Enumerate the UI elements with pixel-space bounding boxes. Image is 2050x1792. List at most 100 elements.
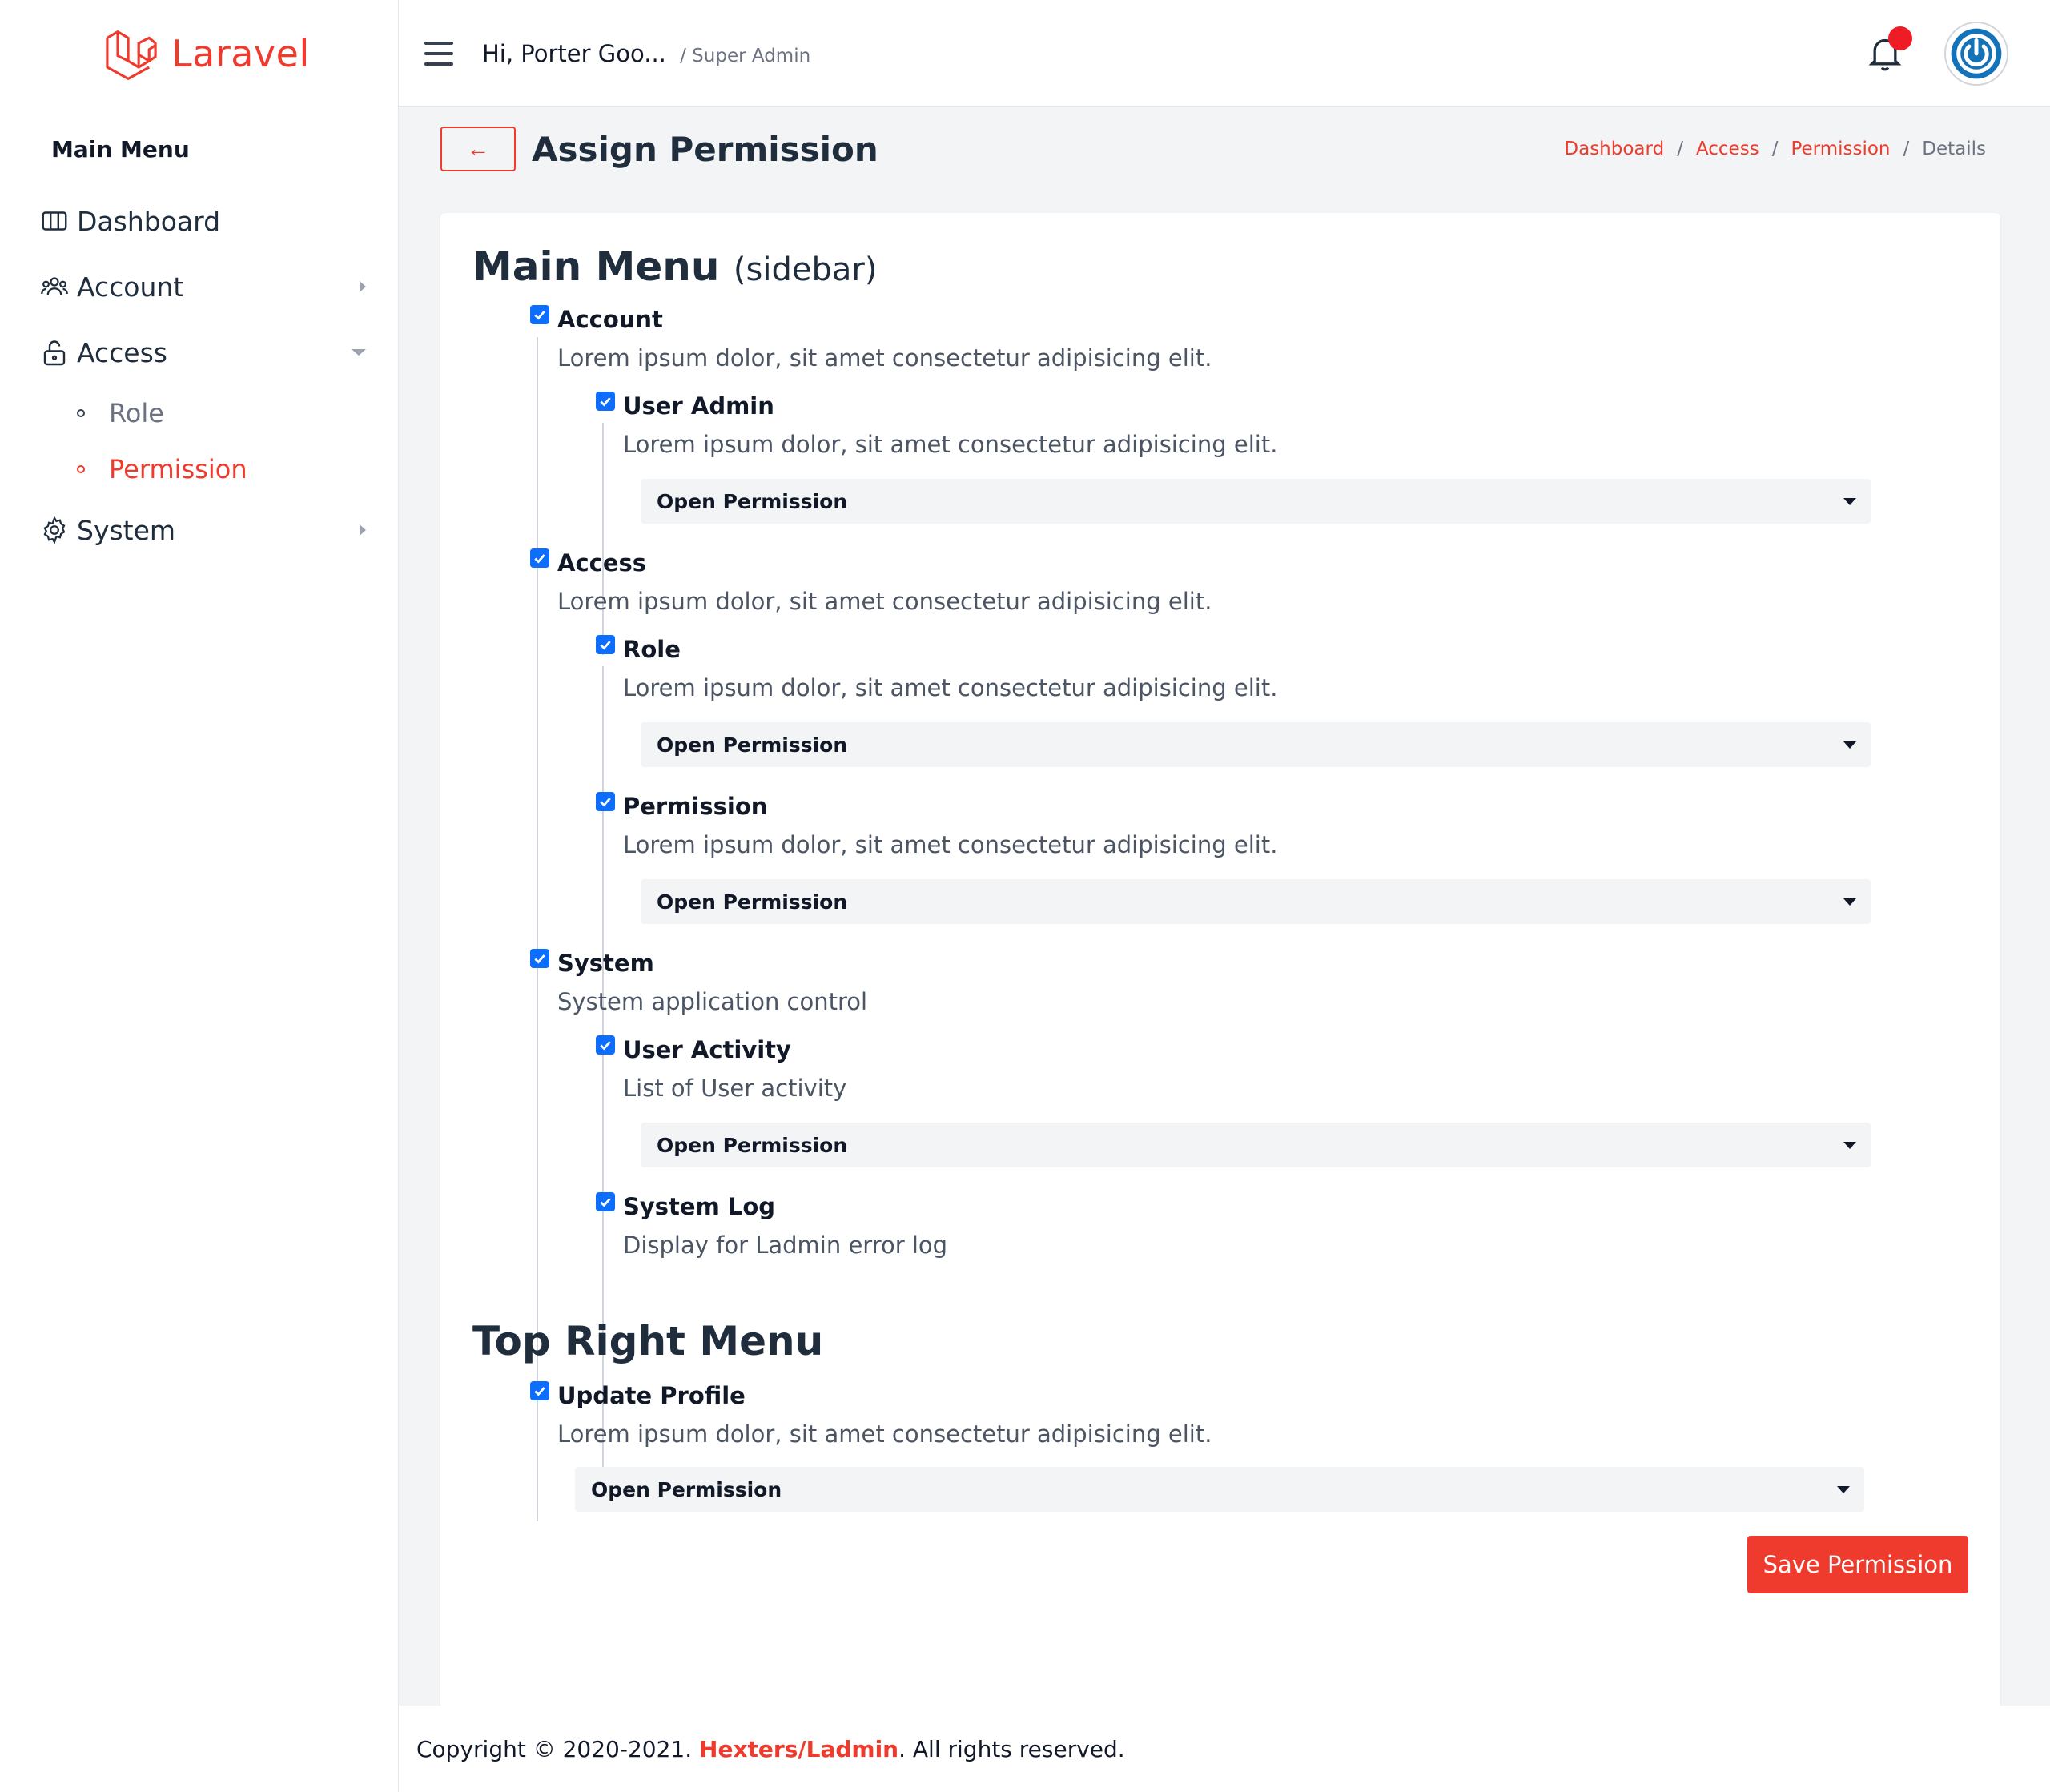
sidebar-item-label: Dashboard [77, 205, 221, 237]
checkbox-user-activity[interactable] [596, 1035, 615, 1055]
permission-description: Lorem ipsum dolor, sit amet consectetur … [623, 831, 1278, 858]
sidebar-item-access[interactable]: Access [0, 319, 398, 385]
caret-down-icon [1843, 741, 1856, 749]
sidebar-item-dashboard[interactable]: Dashboard [0, 188, 398, 254]
back-button[interactable]: ← [440, 127, 516, 171]
chevron-right-icon [360, 524, 366, 536]
breadcrumb-current: Details [1922, 139, 1986, 159]
permission-description: Display for Ladmin error log [623, 1231, 948, 1259]
permission-description: Lorem ipsum dolor, sit amet consectetur … [557, 1420, 1212, 1448]
brand-name: Laravel [171, 32, 310, 75]
open-permission-select[interactable]: Open Permission [641, 722, 1871, 767]
sidebar-subitem-permission[interactable]: Permission [0, 441, 398, 497]
permission-item-user-activity: User Activity List of User activity [596, 1035, 847, 1102]
footer-brand-link[interactable]: Hexters/Ladmin [699, 1736, 898, 1762]
user-role: / Super Admin [680, 45, 811, 66]
permission-description: List of User activity [623, 1075, 847, 1102]
checkbox-access[interactable] [530, 548, 549, 568]
open-permission-select[interactable]: Open Permission [575, 1467, 1864, 1512]
caret-down-icon [1843, 1141, 1856, 1149]
sidebar-subitem-label: Role [109, 398, 164, 428]
permission-item-access: Access Lorem ipsum dolor, sit amet conse… [530, 548, 1212, 615]
checkbox-account[interactable] [530, 305, 549, 324]
breadcrumb-access[interactable]: Access [1696, 139, 1759, 159]
sidebar-title: Main Menu [51, 136, 190, 163]
sidebar-item-label: Account [77, 271, 184, 303]
save-permission-button[interactable]: Save Permission [1747, 1536, 1968, 1593]
open-permission-select[interactable]: Open Permission [641, 1123, 1871, 1167]
select-value: Open Permission [657, 733, 848, 757]
hamburger-menu-icon[interactable] [424, 41, 453, 66]
greeting-text: Hi, Porter Goo... [482, 39, 666, 67]
chevron-right-icon [360, 281, 366, 292]
permission-name: System Log [623, 1193, 776, 1220]
caret-down-icon [1843, 497, 1856, 505]
sidebar-item-account[interactable]: Account [0, 254, 398, 319]
avatar[interactable] [1944, 21, 2008, 86]
section-title-top-right-menu: Top Right Menu [472, 1318, 824, 1364]
section-title-text: Main Menu [472, 243, 720, 290]
sidebar-item-system[interactable]: System [0, 497, 398, 563]
checkbox-role[interactable] [596, 635, 615, 654]
permission-name: Role [623, 636, 681, 663]
breadcrumb-separator: / [1677, 139, 1683, 159]
unlock-icon [40, 338, 69, 367]
select-value: Open Permission [657, 1133, 848, 1157]
page-title: Assign Permission [532, 129, 878, 169]
circle-bullet-icon [77, 409, 85, 417]
sidebar-item-label: Access [77, 336, 167, 368]
sidebar: Laravel Main Menu Dashboard Account Acce… [0, 0, 399, 1792]
breadcrumb-dashboard[interactable]: Dashboard [1564, 139, 1664, 159]
breadcrumb-permission[interactable]: Permission [1791, 139, 1890, 159]
permission-name: System [557, 950, 654, 977]
notification-bell-icon[interactable] [1867, 26, 1912, 73]
top-header: Hi, Porter Goo... / Super Admin [399, 0, 2050, 107]
sidebar-item-label: System [77, 514, 176, 546]
permission-item-user-admin: User Admin Lorem ipsum dolor, sit amet c… [596, 392, 1277, 458]
caret-down-icon [1837, 1485, 1850, 1493]
brand[interactable]: Laravel [0, 0, 398, 107]
copyright-text: Copyright © 2020-2021. [416, 1735, 693, 1762]
checkbox-system-log[interactable] [596, 1192, 615, 1211]
select-value: Open Permission [657, 489, 848, 513]
chevron-down-icon [352, 349, 366, 356]
permission-description: System application control [557, 988, 868, 1015]
header-actions [1867, 21, 2008, 86]
permission-name: User Activity [623, 1036, 791, 1063]
permission-item-permission: Permission Lorem ipsum dolor, sit amet c… [596, 792, 1278, 858]
sidebar-nav: Dashboard Account Access Role Permission [0, 188, 398, 563]
users-icon [40, 272, 69, 301]
permission-name: Update Profile [557, 1382, 746, 1409]
permission-description: Lorem ipsum dolor, sit amet consectetur … [623, 674, 1278, 701]
open-permission-select[interactable]: Open Permission [641, 479, 1871, 524]
breadcrumb-separator: / [1771, 139, 1779, 159]
gear-icon [40, 516, 69, 544]
checkbox-update-profile[interactable] [530, 1381, 549, 1400]
checkbox-system[interactable] [530, 949, 549, 968]
power-icon [1951, 28, 2002, 78]
permission-description: Lorem ipsum dolor, sit amet consectetur … [557, 588, 1212, 615]
permission-description: Lorem ipsum dolor, sit amet consectetur … [623, 431, 1278, 458]
permission-item-account: Account Lorem ipsum dolor, sit amet cons… [530, 305, 1212, 372]
open-permission-select[interactable]: Open Permission [641, 879, 1871, 924]
permission-name: User Admin [623, 392, 774, 420]
permission-item-update-profile: Update Profile Lorem ipsum dolor, sit am… [530, 1381, 1212, 1448]
sidebar-subitem-role[interactable]: Role [0, 385, 398, 441]
footer: Copyright © 2020-2021. Hexters/Ladmin. A… [399, 1706, 2050, 1792]
permission-name: Access [557, 549, 647, 577]
breadcrumb: Dashboard / Access / Permission / Detail… [1564, 139, 1986, 159]
laravel-logo-icon [102, 26, 160, 81]
select-value: Open Permission [657, 890, 848, 914]
columns-icon [40, 207, 69, 235]
permission-item-system-log: System Log Display for Ladmin error log [596, 1192, 948, 1259]
checkbox-user-admin[interactable] [596, 392, 615, 411]
breadcrumb-separator: / [1903, 139, 1910, 159]
page-header: ← Assign Permission Dashboard / Access /… [440, 120, 2008, 178]
select-value: Open Permission [591, 1477, 782, 1501]
permission-name: Account [557, 306, 663, 333]
permission-item-role: Role Lorem ipsum dolor, sit amet consect… [596, 635, 1278, 701]
section-title-main-menu: Main Menu (sidebar) [472, 243, 877, 290]
checkbox-permission[interactable] [596, 792, 615, 811]
permission-card: Main Menu (sidebar) Account Lorem ipsum … [440, 213, 2000, 1734]
copyright-suffix: . All rights reserved. [898, 1735, 1125, 1762]
